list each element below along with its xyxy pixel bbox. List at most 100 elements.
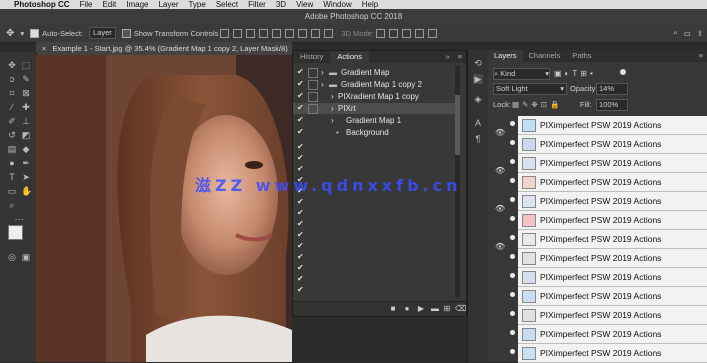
layer-row[interactable]: PIXimperfect PSW 2019 Actions	[510, 306, 707, 325]
menu-type[interactable]: Type	[188, 0, 205, 9]
toggle-check-icon[interactable]: ✔	[297, 91, 305, 101]
delete-button[interactable]: ⌫	[455, 305, 466, 313]
visibility-dot-icon[interactable]	[510, 140, 515, 145]
expand-chevron-icon[interactable]: ›	[331, 103, 334, 114]
layer-row[interactable]: PIXimperfect PSW 2019 Actions	[510, 325, 707, 344]
layer-row[interactable]: PIXimperfect PSW 2019 Actions	[510, 154, 707, 173]
menu-3d[interactable]: 3D	[276, 0, 286, 9]
screen-mode-icon[interactable]: ▣	[21, 252, 31, 262]
tab-layers[interactable]: Layers	[488, 50, 523, 62]
filter-toggle-icon[interactable]	[620, 69, 626, 75]
lasso-tool-icon[interactable]: ↄ	[7, 74, 17, 84]
menu-layer[interactable]: Layer	[158, 0, 178, 9]
align-right-icon[interactable]	[246, 28, 256, 38]
3d-roll-icon[interactable]	[388, 28, 398, 38]
document-canvas[interactable]	[36, 55, 292, 362]
layer-filter-icons[interactable]: ▣◐T⊞▪	[554, 69, 596, 78]
align-middle-icon[interactable]	[272, 28, 282, 38]
lock-icons[interactable]: ▦✎✥⊡🔒	[512, 100, 562, 109]
expand-chevron-icon[interactable]: ›	[331, 91, 334, 102]
dialog-toggle[interactable]	[308, 80, 318, 90]
document-tab[interactable]: × Example 1 - Start.jpg @ 35.4% (Gradien…	[36, 42, 292, 55]
action-set-row[interactable]: ✔ › ▬ Gradient Map	[293, 67, 458, 78]
paragraph-panel-icon[interactable]: ¶	[473, 134, 483, 144]
layer-row[interactable]: PIXimperfect PSW 2019 Actions	[510, 211, 707, 230]
marquee-tool-icon[interactable]: ⬚	[21, 60, 31, 70]
visibility-dot-icon[interactable]	[510, 311, 515, 316]
visibility-dot-icon[interactable]	[510, 197, 515, 202]
path-select-tool-icon[interactable]: ➤	[21, 172, 31, 182]
brush-tool-icon[interactable]: ✐	[7, 116, 17, 126]
menu-file[interactable]: File	[80, 0, 93, 9]
align-center-icon[interactable]	[233, 28, 243, 38]
toggle-check-icon[interactable]: ✔	[297, 127, 305, 137]
visibility-dot-icon[interactable]	[510, 121, 515, 126]
layer-row[interactable]: PIXimperfect PSW 2019 Actions	[510, 135, 707, 154]
shape-tool-icon[interactable]: ▭	[7, 186, 17, 196]
search-icon[interactable]: ⌕	[673, 28, 677, 38]
menu-select[interactable]: Select	[216, 0, 238, 9]
panel-menu-icon[interactable]: ≡	[454, 51, 466, 63]
menu-view[interactable]: View	[296, 0, 313, 9]
tab-paths[interactable]: Paths	[566, 50, 597, 62]
panel-collapse-icon[interactable]: »	[441, 51, 453, 63]
fill-field[interactable]: 100%	[596, 99, 628, 111]
expand-chevron-icon[interactable]: ›	[331, 115, 334, 126]
new-set-button[interactable]: ▬	[431, 305, 439, 313]
workspace-icon[interactable]: ▭	[684, 29, 691, 38]
menu-app[interactable]: Photoshop CC	[14, 0, 70, 9]
layers-menu-icon[interactable]: ≡	[695, 50, 707, 62]
eye-icon[interactable]: 👁	[495, 242, 505, 251]
distribute-2-icon[interactable]	[311, 28, 321, 38]
visibility-dot-icon[interactable]	[510, 349, 515, 354]
layer-row[interactable]: PIXimperfect PSW 2019 Actions	[510, 268, 707, 287]
dialog-toggle[interactable]	[308, 104, 318, 114]
visibility-dot-icon[interactable]	[510, 254, 515, 259]
close-tab-icon[interactable]: ×	[42, 44, 46, 53]
3d-scale-icon[interactable]	[427, 28, 437, 38]
visibility-dot-icon[interactable]	[510, 273, 515, 278]
action-row[interactable]: ✔ ▪ Background	[293, 127, 458, 138]
3d-panel-icon[interactable]: ◈	[473, 94, 483, 104]
visibility-dot-icon[interactable]	[510, 235, 515, 240]
action-row-selected[interactable]: ✔ › PIXrt	[293, 103, 458, 114]
tab-actions[interactable]: Actions	[330, 51, 369, 63]
character-panel-icon[interactable]: A	[473, 118, 483, 128]
menu-filter[interactable]: Filter	[248, 0, 266, 9]
eyedropper-tool-icon[interactable]: ⁄	[7, 102, 17, 112]
layer-row[interactable]: PIXimperfect PSW 2019 Actions	[510, 230, 707, 249]
move-tool-icon[interactable]: ✥	[6, 28, 14, 39]
align-left-icon[interactable]	[220, 28, 230, 38]
menu-edit[interactable]: Edit	[102, 0, 116, 9]
healing-tool-icon[interactable]: ✚	[21, 102, 31, 112]
blend-mode-dropdown[interactable]: Soft Light ▾	[493, 83, 567, 95]
history-brush-tool-icon[interactable]: ↺	[7, 130, 17, 140]
new-action-button[interactable]: ⊞	[443, 305, 451, 313]
toggle-check-icon[interactable]: ✔	[297, 115, 305, 125]
align-top-icon[interactable]	[259, 28, 269, 38]
frame-tool-icon[interactable]: ⊠	[21, 88, 31, 98]
3d-drag-icon[interactable]	[401, 28, 411, 38]
dialog-toggle[interactable]	[308, 92, 318, 102]
layer-row[interactable]: PIXimperfect PSW 2019 Actions	[510, 249, 707, 268]
toggle-check-icon[interactable]: ✔	[297, 103, 305, 113]
pen-tool-icon[interactable]: ✒	[21, 158, 31, 168]
menu-image[interactable]: Image	[126, 0, 148, 9]
align-bottom-icon[interactable]	[285, 28, 295, 38]
layer-row[interactable]: PIXimperfect PSW 2019 Actions	[510, 192, 707, 211]
visibility-dot-icon[interactable]	[510, 292, 515, 297]
toggle-check-icon[interactable]: ✔	[297, 67, 305, 77]
layer-row[interactable]: PIXimperfect PSW 2019 Actions	[510, 344, 707, 363]
stop-button[interactable]: ■	[389, 305, 397, 313]
type-tool-icon[interactable]: T	[7, 172, 17, 182]
play-button[interactable]: ▶	[417, 305, 425, 313]
history-panel-icon[interactable]: ⟲	[473, 58, 483, 68]
actions-panel-icon[interactable]: ▶	[473, 74, 483, 84]
tab-channels[interactable]: Channels	[523, 50, 567, 62]
visibility-dot-icon[interactable]	[510, 216, 515, 221]
layer-row[interactable]: PIXimperfect PSW 2019 Actions	[510, 116, 707, 135]
tab-history[interactable]: History	[293, 51, 330, 63]
layer-row[interactable]: PIXimperfect PSW 2019 Actions	[510, 173, 707, 192]
menu-window[interactable]: Window	[323, 0, 351, 9]
crop-tool-icon[interactable]: ⌗	[7, 88, 17, 98]
